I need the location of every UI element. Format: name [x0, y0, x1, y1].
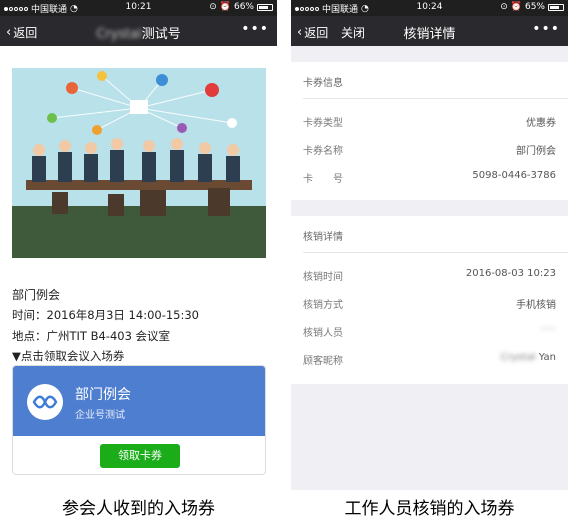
- verify-row: 核销人员 ·····: [303, 324, 556, 339]
- divider: [303, 98, 568, 99]
- coupon-org: 企业号测试: [75, 410, 125, 421]
- verify-heading: 核销详情: [303, 232, 343, 243]
- lock-rotation-icon: ⊙: [209, 2, 217, 12]
- right-caption: 工作人员核销的入场券: [344, 499, 515, 519]
- verify-row: 核销方式 手机核销: [303, 296, 556, 311]
- row-label: 核销时间: [303, 272, 343, 283]
- row-value: Crystal Yan: [501, 352, 556, 363]
- row-value: 优惠券: [526, 118, 556, 129]
- nav-bar: ‹ 返回 关闭 核销详情 •••: [291, 16, 568, 46]
- status-bar: 中国联通 ◔ 10:24 ⊙ ⏰ 65%: [291, 0, 568, 16]
- meeting-hint: ▼点击领取会议入场券: [12, 349, 125, 363]
- battery-percent: 66%: [233, 2, 254, 12]
- battery-percent: 65%: [524, 2, 545, 12]
- battery-icon: [548, 3, 564, 11]
- staff-phone: 中国联通 ◔ 10:24 ⊙ ⏰ 65% ‹ 返回 关闭 核销详情 ••• 卡券…: [291, 0, 568, 490]
- verify-row: 核销时间 2016-08-03 10:23: [303, 268, 556, 283]
- verify-row: 顾客昵称 Crystal Yan: [303, 352, 556, 367]
- meeting-scene-image: [12, 68, 266, 258]
- title-blurred: Crystal: [96, 27, 142, 42]
- coupon-name: 部门例会: [75, 387, 131, 403]
- row-label: 卡券名称: [303, 146, 343, 157]
- info-row: 卡券名称 部门例会: [303, 142, 556, 157]
- row-value-blurred: ·····: [540, 324, 556, 335]
- meeting-title: 部门例会: [12, 288, 61, 302]
- more-menu-button[interactable]: •••: [241, 21, 269, 37]
- card-edge-divider: [13, 432, 265, 440]
- alarm-icon: ⏰: [219, 2, 231, 12]
- more-menu-button[interactable]: •••: [532, 21, 560, 37]
- coupon-card: 部门例会 企业号测试 领取卡券: [12, 365, 266, 475]
- lock-rotation-icon: ⊙: [500, 2, 508, 12]
- meeting-place: 地点：广州TIT B4-403 会议室: [12, 329, 171, 343]
- left-caption: 参会人收到的入场券: [62, 499, 215, 519]
- nickname-blurred: Crystal: [500, 352, 536, 363]
- info-row: 卡券类型 优惠券: [303, 114, 556, 129]
- title-text: 测试号: [141, 27, 181, 42]
- row-label: 卡 号: [303, 174, 343, 185]
- page-title: 核销详情: [403, 27, 456, 42]
- nav-bar: ‹ 返回 Crystal测试号 •••: [0, 16, 277, 46]
- row-value: 部门例会: [516, 146, 556, 157]
- company-logo-icon: [27, 384, 63, 420]
- divider: [303, 252, 568, 253]
- row-value: 2016-08-03 10:23: [465, 268, 556, 279]
- meeting-time: 时间：2016年8月3日 14:00-15:30: [12, 308, 199, 322]
- info-row: 卡 号 5098-0446-3786: [303, 170, 556, 185]
- row-label: 核销方式: [303, 300, 343, 311]
- status-bar: 中国联通 ◔ 10:21 ⊙ ⏰ 66%: [0, 0, 277, 16]
- verify-section: 核销详情 核销时间 2016-08-03 10:23 核销方式 手机核销 核销人…: [291, 216, 568, 384]
- alarm-icon: ⏰: [510, 2, 522, 12]
- coupon-card-header: 部门例会 企业号测试: [13, 366, 265, 440]
- claim-coupon-button[interactable]: 领取卡券: [100, 444, 180, 468]
- row-label: 顾客昵称: [303, 356, 343, 367]
- meeting-illustration: [12, 68, 266, 258]
- row-value: 5098-0446-3786: [472, 170, 556, 181]
- nickname-text: Yan: [538, 352, 556, 363]
- row-label: 卡券类型: [303, 118, 343, 129]
- card-info-heading: 卡券信息: [303, 78, 343, 89]
- card-info-section: 卡券信息 卡券类型 优惠券 卡券名称 部门例会 卡 号 5098-0446-37…: [291, 62, 568, 200]
- row-value: 手机核销: [516, 300, 556, 311]
- page-title: Crystal测试号: [0, 23, 277, 42]
- row-label: 核销人员: [303, 328, 343, 339]
- battery-icon: [257, 3, 273, 11]
- attendee-phone: 中国联通 ◔ 10:21 ⊙ ⏰ 66% ‹ 返回 Crystal测试号 •••: [0, 0, 277, 490]
